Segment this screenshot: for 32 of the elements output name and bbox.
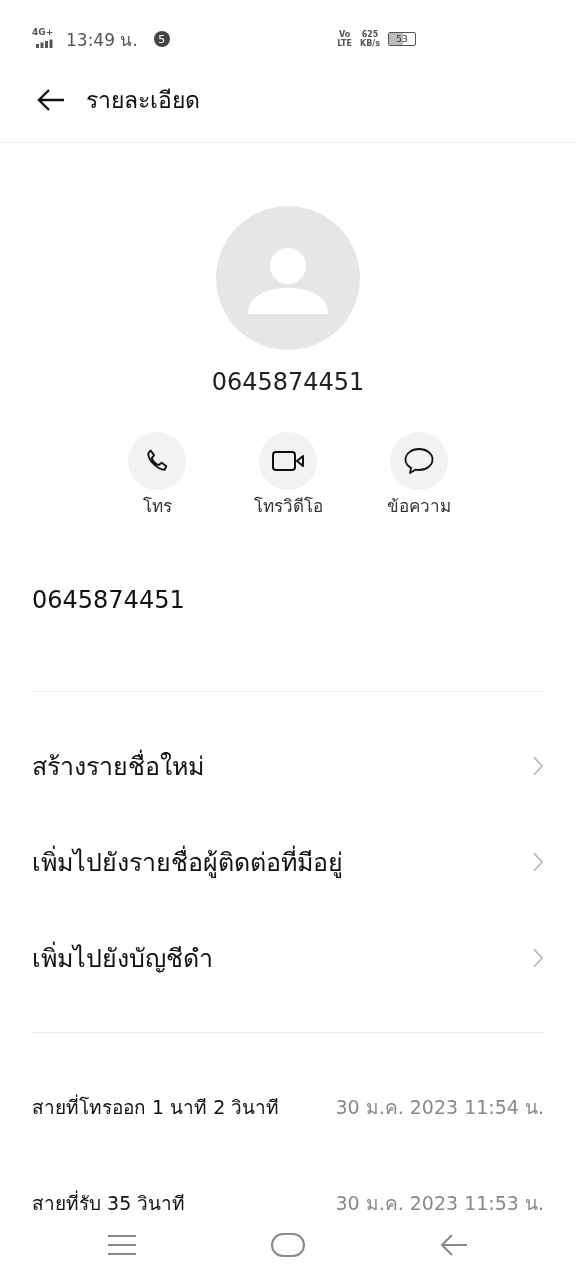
menu-icon[interactable]	[107, 1234, 137, 1256]
chevron-right-icon	[532, 947, 544, 969]
speed-value: 625	[361, 30, 379, 39]
chevron-right-icon	[532, 755, 544, 777]
battery-icon: 53	[388, 32, 416, 46]
back-icon[interactable]	[439, 1233, 469, 1257]
lte-label: LTE	[337, 39, 352, 48]
avatar-icon	[216, 206, 360, 350]
clock: 13:49 น.	[66, 28, 138, 52]
menu-item[interactable]: สร้างรายชื่อใหม่	[0, 718, 576, 814]
video-camera-icon	[271, 449, 305, 473]
call-description: สายที่รับ 35 วินาที	[32, 1189, 186, 1216]
action-label: โทร	[142, 495, 172, 518]
home-icon[interactable]	[271, 1233, 305, 1257]
action-label: โทรวิดีโอ	[253, 495, 323, 518]
call-time: 30 ม.ค. 2023 11:54 น.	[335, 1095, 544, 1120]
call-description: สายที่โทรออก 1 นาที 2 วินาที	[32, 1093, 280, 1120]
network-label: 4G+	[32, 27, 54, 37]
notification-badge: 5	[153, 31, 170, 47]
volte-label: Vo	[339, 30, 351, 39]
contact-number: 0645874451	[211, 368, 365, 396]
page-title: รายละเอียด	[86, 86, 200, 115]
chevron-right-icon	[532, 851, 544, 873]
call-time: 30 ม.ค. 2023 11:53 น.	[335, 1191, 544, 1216]
chat-bubble-icon	[403, 446, 435, 476]
signal-icon	[36, 38, 56, 48]
phone-number: 0645874451	[32, 586, 186, 614]
menu-item[interactable]: เพิ่มไปยังบัญชีดำ	[0, 910, 576, 1006]
speed-unit: KB/s	[360, 39, 380, 48]
menu-item[interactable]: เพิ่มไปยังรายชื่อผู้ติดต่อที่มีอยู่	[0, 814, 576, 910]
action-label: ข้อความ	[387, 495, 451, 518]
back-arrow-icon[interactable]	[36, 88, 66, 112]
